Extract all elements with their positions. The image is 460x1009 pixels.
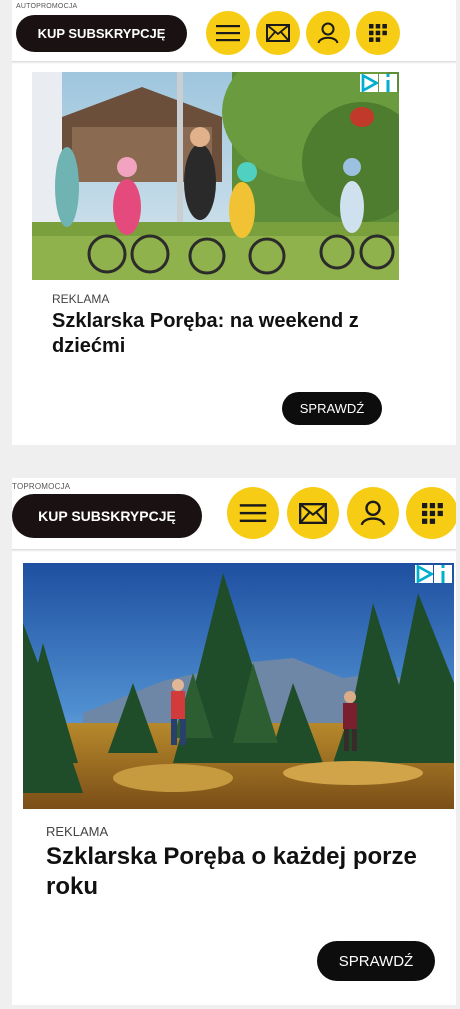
ad-photo-kids-cycling[interactable] (32, 72, 399, 280)
apps-grid-icon (369, 24, 387, 42)
adchoices-icon (416, 565, 433, 583)
autopromo-label-2: TOPROMOCJA (12, 482, 71, 491)
site-header: AUTOPROMOCJA KUP SUBSKRYPCJĘ (12, 0, 456, 60)
mail-icon (299, 502, 327, 524)
user-button[interactable] (306, 11, 350, 55)
screen-section-1: AUTOPROMOCJA KUP SUBSKRYPCJĘ REKLAMA Szk… (12, 0, 456, 445)
adchoices-badge[interactable] (360, 74, 397, 92)
user-button-2[interactable] (347, 487, 399, 539)
menu-icon (216, 25, 240, 42)
apps-grid-icon (421, 502, 443, 524)
ad-headline-2[interactable]: Szklarska Poręba o każdej porze roku (46, 842, 426, 902)
user-icon (317, 22, 339, 44)
ad-sponsored-label: REKLAMA (52, 292, 110, 306)
autopromo-label: AUTOPROMOCJA (16, 3, 78, 10)
apps-button[interactable] (356, 11, 400, 55)
site-header-2: TOPROMOCJA KUP SUBSKRYPCJĘ (12, 478, 456, 548)
adchoices-badge-2[interactable] (415, 565, 452, 583)
menu-icon (239, 504, 267, 523)
subscribe-button[interactable]: KUP SUBSKRYPCJĘ (16, 15, 187, 52)
adchoices-icon (361, 74, 378, 92)
ad-cta-button[interactable]: SPRAWDŹ (282, 392, 382, 425)
ad-headline[interactable]: Szklarska Poręba: na weekend z dziećmi (52, 309, 392, 359)
user-icon (360, 500, 386, 526)
ad-card-1[interactable]: REKLAMA Szklarska Poręba: na weekend z d… (12, 66, 456, 445)
ad-cta-button-2[interactable]: SPRAWDŹ (317, 941, 435, 981)
header-divider (12, 61, 456, 64)
ad-sponsored-label-2: REKLAMA (46, 824, 109, 839)
apps-button-2[interactable] (406, 487, 456, 539)
subscribe-button-2[interactable]: KUP SUBSKRYPCJĘ (12, 494, 202, 538)
menu-button[interactable] (206, 11, 250, 55)
ad-card-2[interactable]: REKLAMA Szklarska Poręba o każdej porze … (12, 556, 456, 1005)
header-divider-2 (12, 549, 456, 552)
ad-photo-mountain-hikers[interactable] (23, 563, 454, 809)
mail-button[interactable] (256, 11, 300, 55)
info-icon (386, 74, 390, 92)
screen-section-2: TOPROMOCJA KUP SUBSKRYPCJĘ REKLAMA Szkla… (12, 478, 456, 1005)
mail-icon (266, 24, 290, 42)
mail-button-2[interactable] (287, 487, 339, 539)
menu-button-2[interactable] (227, 487, 279, 539)
info-icon (441, 565, 445, 583)
